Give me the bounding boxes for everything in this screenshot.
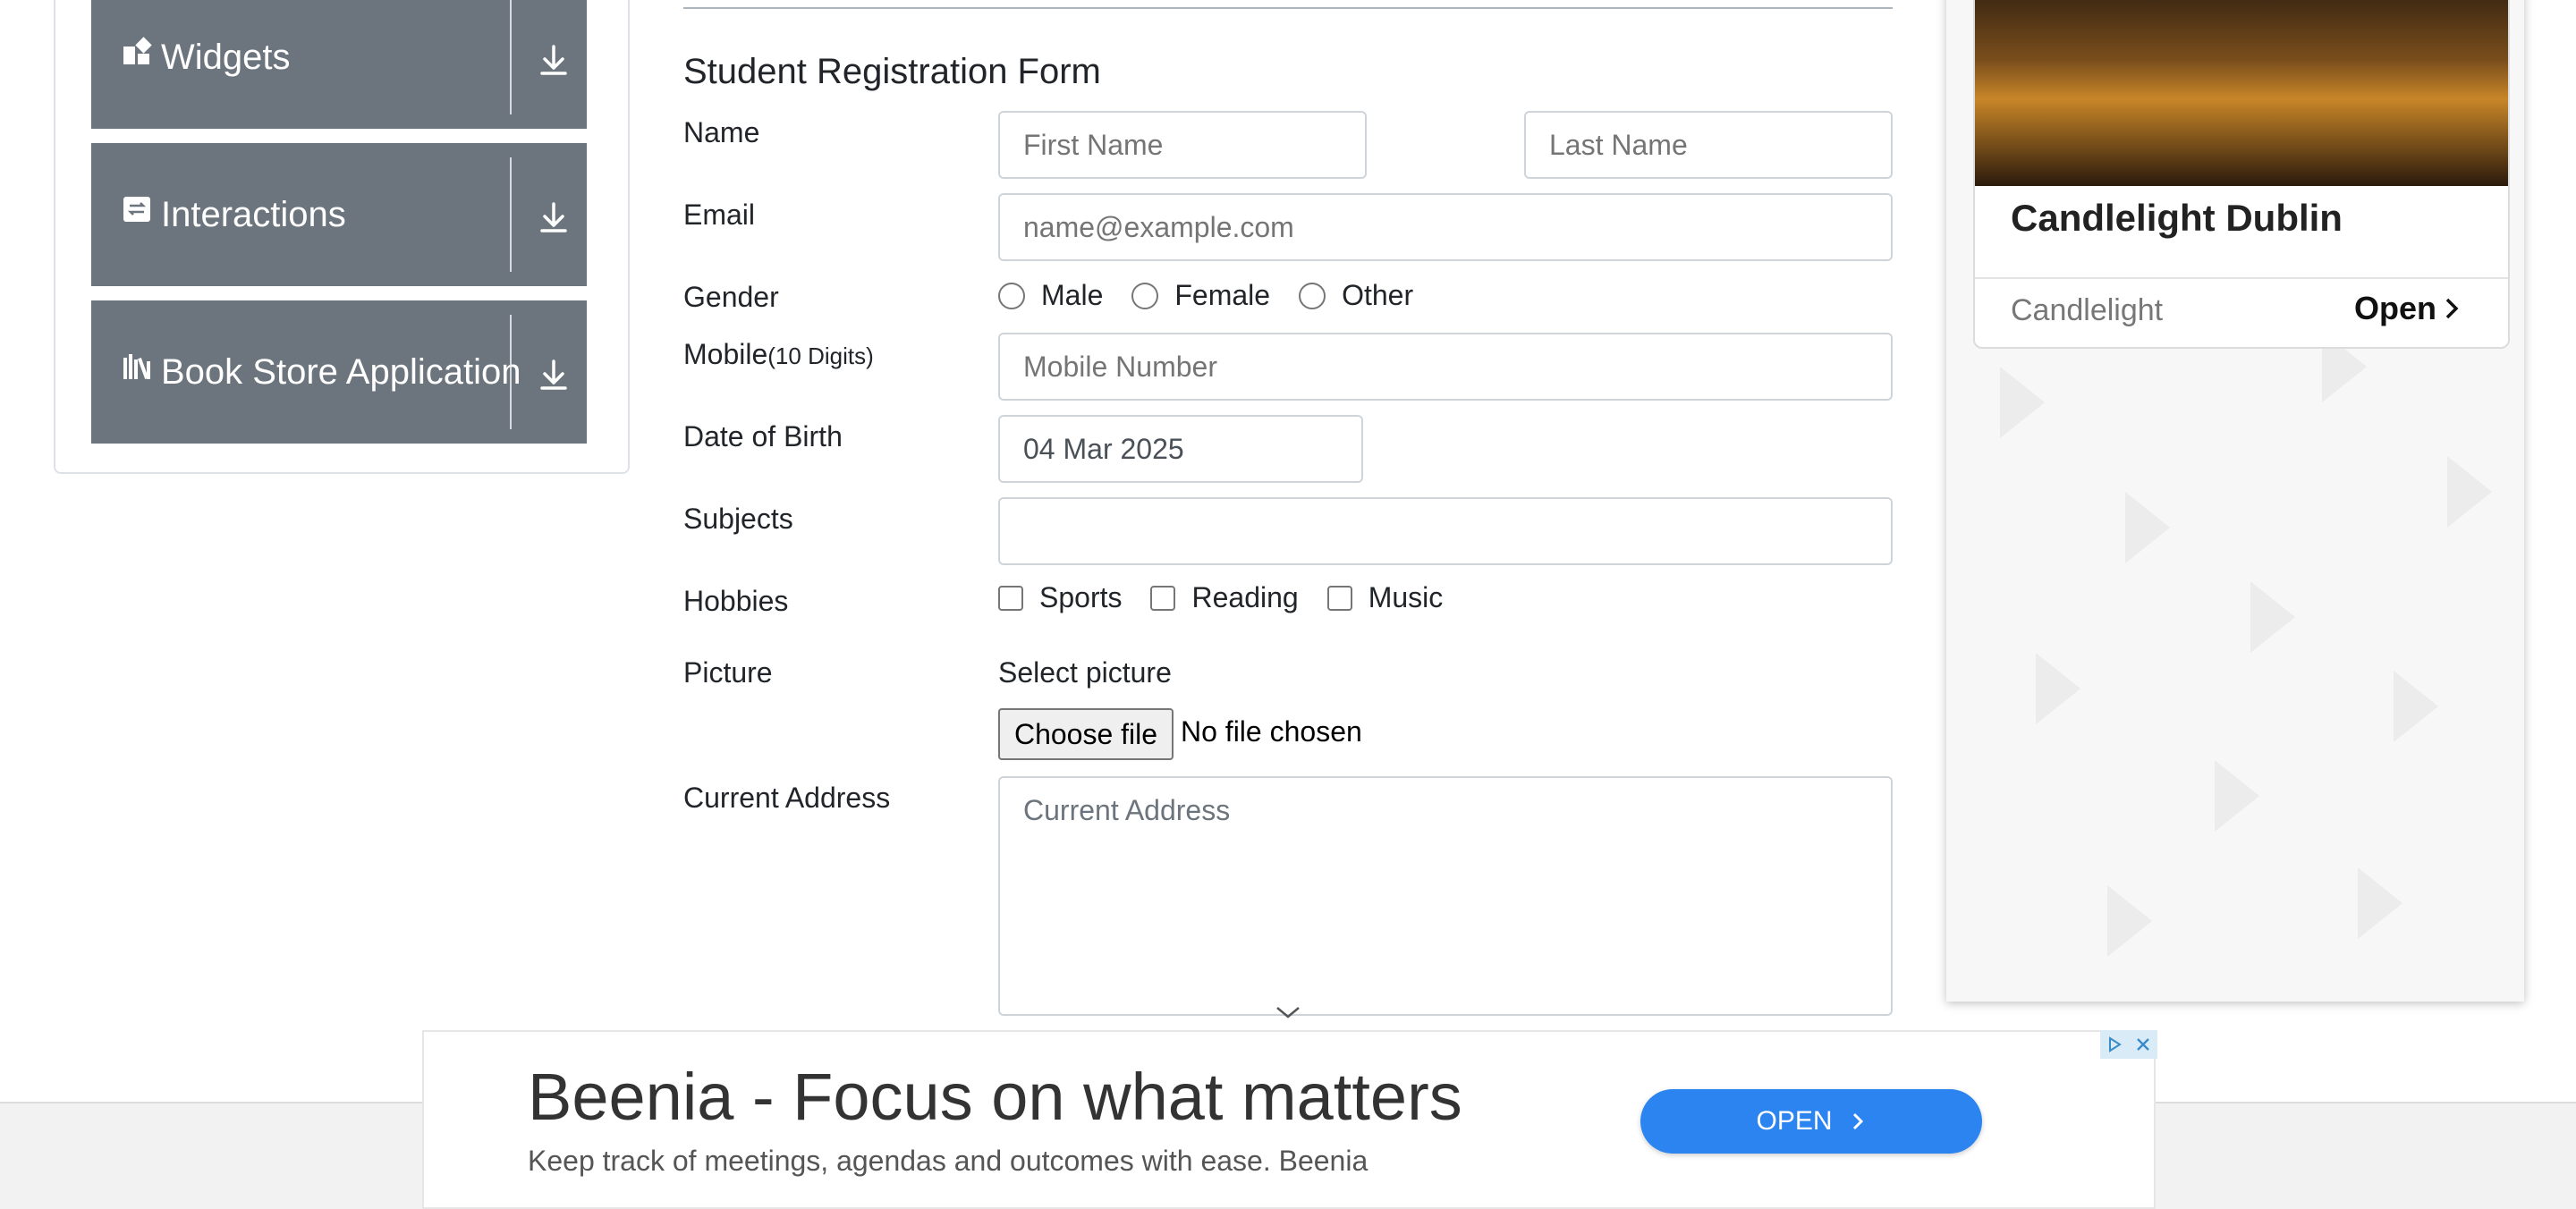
hobby-reading-option[interactable]: Reading (1150, 581, 1299, 614)
chevron-down-icon[interactable] (1274, 1003, 1302, 1021)
form-title: Student Registration Form (683, 52, 1101, 91)
ad-open-button[interactable]: OPEN (1640, 1089, 1982, 1154)
bottom-ad-banner[interactable]: Beenia - Focus on what matters Keep trac… (422, 1030, 2157, 1209)
book-store-icon (123, 354, 150, 379)
dob-label: Date of Birth (683, 420, 843, 452)
picture-label: Picture (683, 656, 773, 689)
mobile-label-text: Mobile (683, 338, 768, 370)
first-name-input[interactable] (998, 111, 1367, 179)
mobile-label: Mobile(10 Digits) (683, 338, 874, 371)
option-label: Female (1174, 279, 1271, 311)
subjects-input[interactable] (998, 497, 1893, 565)
sidebar-group-label: Widgets (161, 38, 291, 77)
option-label: Music (1368, 581, 1444, 613)
dob-input[interactable]: 04 Mar 2025 (998, 415, 1363, 483)
adchoices-icon[interactable] (2100, 1030, 2129, 1059)
ad-open-label: Open (2354, 290, 2437, 326)
hobby-music-option[interactable]: Music (1326, 581, 1444, 614)
checkbox[interactable] (1326, 585, 1352, 611)
gender-female-option[interactable]: Female (1131, 279, 1270, 312)
divider (683, 7, 1893, 9)
address-label: Current Address (683, 782, 891, 814)
ad-subtitle: Keep track of meetings, agendas and outc… (528, 1145, 1368, 1177)
email-input[interactable] (998, 193, 1893, 261)
download-icon[interactable] (521, 143, 587, 286)
ad-card-title: Candlelight Dublin (2011, 197, 2343, 239)
chevron-right-icon (1852, 1112, 1863, 1130)
chevron-right-icon (2445, 298, 2459, 319)
download-icon[interactable] (521, 300, 587, 444)
close-icon[interactable] (2129, 1030, 2157, 1059)
hobby-sports-option[interactable]: Sports (998, 581, 1122, 614)
hobbies-label: Hobbies (683, 585, 789, 617)
download-icon[interactable] (521, 0, 587, 129)
ad-card-brand: Candlelight (2011, 293, 2164, 327)
choose-file-button[interactable]: Choose file (998, 708, 1174, 760)
sidebar-group-label: Book Store Application (161, 352, 521, 392)
ad-button-label: OPEN (1756, 1106, 1833, 1136)
hobby-options: Sports Reading Music (998, 581, 1471, 614)
current-address-input[interactable] (998, 776, 1893, 1016)
sidebar-group-interactions[interactable]: Interactions (91, 143, 587, 286)
side-ad-card[interactable]: Candlelight Dublin Candlelight Open (1973, 0, 2510, 349)
email-label: Email (683, 199, 756, 231)
divider (510, 315, 512, 429)
radio-button[interactable] (998, 282, 1025, 309)
last-name-input[interactable] (1524, 111, 1893, 179)
option-label: Other (1342, 279, 1414, 311)
divider (510, 157, 512, 272)
radio-button[interactable] (1131, 282, 1159, 309)
gender-label: Gender (683, 281, 779, 313)
gender-options: Male Female Other (998, 279, 1442, 312)
ad-open-link[interactable]: Open (2354, 290, 2463, 327)
sidebar-group-label: Interactions (161, 195, 346, 234)
mobile-input[interactable] (998, 333, 1893, 401)
file-status: No file chosen (1181, 715, 1362, 748)
widgets-icon (123, 37, 152, 64)
interactions-icon (123, 197, 150, 222)
ad-title: Beenia - Focus on what matters (528, 1060, 1462, 1134)
option-label: Male (1041, 279, 1104, 311)
divider (1975, 277, 2508, 279)
sidebar-group-widgets[interactable]: Widgets (91, 0, 587, 129)
sidebar-group-book-store[interactable]: Book Store Application (91, 300, 587, 444)
gender-other-option[interactable]: Other (1299, 279, 1413, 312)
checkbox[interactable] (998, 585, 1023, 611)
name-label: Name (683, 116, 760, 148)
divider (510, 0, 512, 114)
option-label: Sports (1039, 581, 1123, 613)
ad-image (1975, 0, 2508, 186)
checkbox[interactable] (1150, 585, 1176, 611)
subjects-label: Subjects (683, 503, 793, 535)
radio-button[interactable] (1299, 282, 1326, 309)
option-label: Reading (1191, 581, 1299, 613)
gender-male-option[interactable]: Male (998, 279, 1103, 312)
mobile-hint: (10 Digits) (767, 342, 874, 369)
select-picture-label: Select picture (998, 656, 1172, 689)
